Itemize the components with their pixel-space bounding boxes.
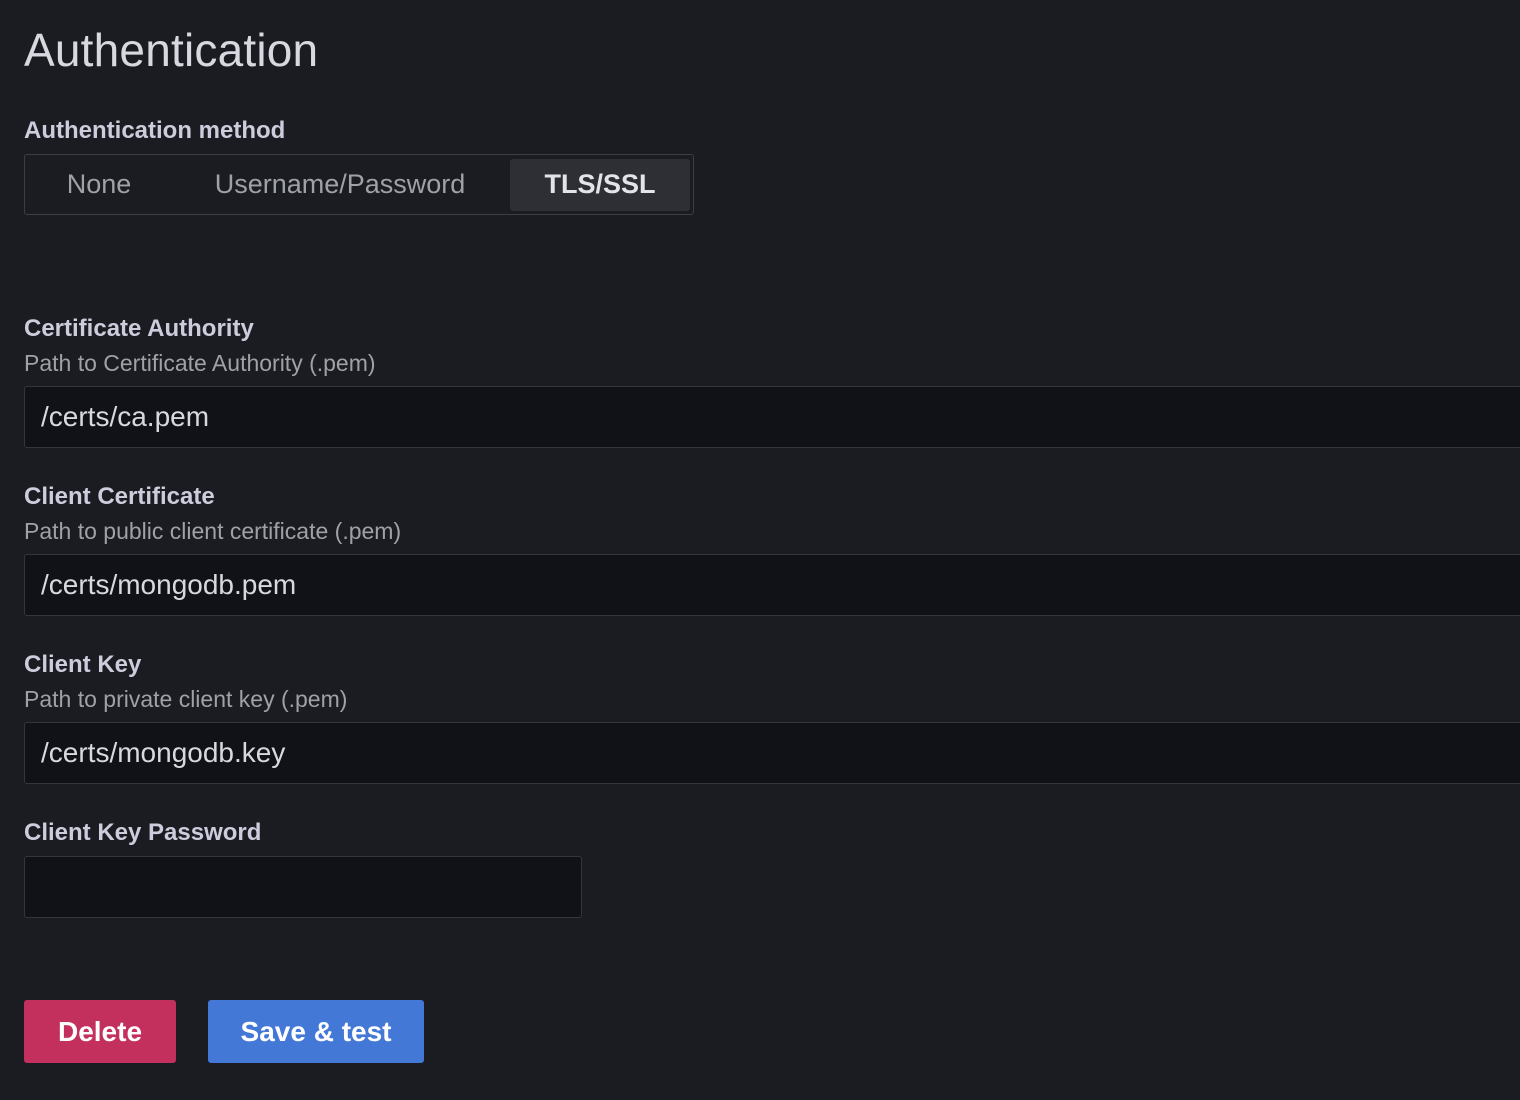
client-cert-description: Path to public client certificate (.pem) [24,518,402,544]
auth-method-option-username-password[interactable]: Username/Password [170,159,510,211]
auth-method-radio-group: None Username/Password TLS/SSL [24,154,694,215]
client-cert-path-input[interactable] [24,554,1520,616]
auth-method-label: Authentication method [24,117,286,144]
delete-button[interactable]: Delete [24,1000,176,1063]
client-key-description: Path to private client key (.pem) [24,686,348,712]
ca-description: Path to Certificate Authority (.pem) [24,350,376,376]
auth-method-option-none[interactable]: None [28,159,170,211]
save-and-test-button[interactable]: Save & test [208,1000,424,1063]
ca-label: Certificate Authority [24,315,254,342]
client-key-password-label: Client Key Password [24,819,262,846]
section-title: Authentication [24,24,319,76]
client-key-password-input[interactable] [24,856,582,918]
client-key-path-input[interactable] [24,722,1520,784]
client-cert-label: Client Certificate [24,483,215,510]
authentication-settings-page: Authentication Authentication method Non… [0,0,1520,1100]
auth-method-option-tls-ssl[interactable]: TLS/SSL [510,158,690,211]
ca-path-input[interactable] [24,386,1520,448]
client-key-label: Client Key [24,651,142,678]
